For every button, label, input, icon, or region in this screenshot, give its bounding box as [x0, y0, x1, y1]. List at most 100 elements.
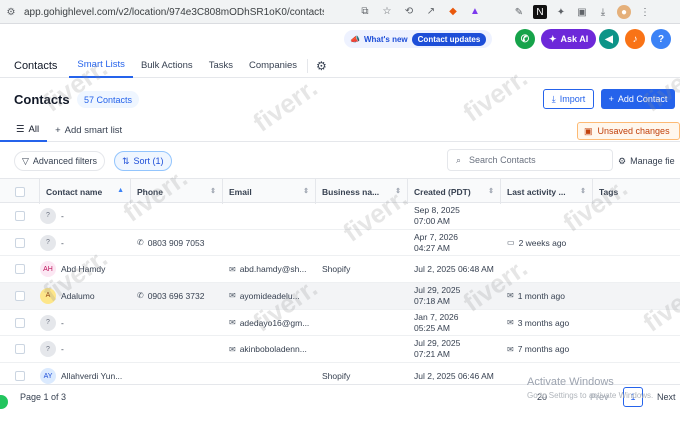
shield-icon[interactable]: ◆ — [446, 4, 460, 18]
profile-icon[interactable]: ● — [617, 5, 631, 19]
search-placeholder: Search Contacts — [469, 155, 536, 165]
help-icon[interactable]: ? — [651, 29, 671, 49]
manage-fields-button[interactable]: ⚙ Manage fie — [618, 151, 675, 171]
row-checkbox[interactable] — [0, 283, 40, 309]
menu-icon[interactable]: ⋮ — [638, 5, 652, 19]
mail-icon: ✉ — [229, 264, 236, 274]
contact-name[interactable]: - — [61, 211, 64, 221]
notion-icon[interactable]: N — [533, 5, 547, 19]
column-last-activity[interactable]: Last activity ... ⇕ — [501, 179, 593, 204]
pen-icon[interactable]: ✎ — [512, 5, 526, 19]
import-button[interactable]: ⤓ Import — [543, 89, 594, 109]
contact-name[interactable]: Abd Hamdy — [61, 264, 105, 274]
history-icon[interactable]: ⟲ — [402, 4, 416, 18]
contact-name[interactable]: - — [61, 238, 64, 248]
import-label: Import — [559, 94, 586, 104]
business-value: Shopify — [322, 264, 351, 275]
add-contact-button[interactable]: + Add Contact — [601, 89, 675, 109]
sort-icon: ⇕ — [580, 188, 586, 195]
row-checkbox[interactable] — [0, 256, 40, 282]
row-checkbox[interactable] — [0, 310, 40, 336]
business-value: Shopify — [322, 371, 351, 382]
windows-activation-hint: Go to Settings to activate Windows. — [527, 391, 654, 400]
created-date: Jul 29, 2025 — [414, 338, 461, 349]
created-time: 07:21 AM — [414, 349, 450, 360]
table-row[interactable]: ? - ✉ akinboboladenn... Jul 29, 2025 07:21… — [0, 337, 680, 364]
table-row[interactable]: A Adalumo ✆ 0903 696 3732 ✉ ayomideadelu... … — [0, 283, 680, 310]
notification-bell-icon[interactable]: ♪ — [625, 29, 645, 49]
smart-list-all-label: All — [28, 124, 40, 135]
row-checkbox[interactable] — [0, 337, 40, 363]
unsaved-changes-label: Unsaved changes — [597, 126, 670, 136]
url-text[interactable]: app.gohighlevel.com/v2/location/974e3C80… — [24, 7, 324, 18]
download-icon[interactable]: ⤓ — [596, 5, 610, 19]
whats-new-button[interactable]: 📣 What's new Contact updates — [344, 30, 493, 48]
sort-button[interactable]: ⇅ Sort (1) — [114, 151, 172, 171]
star-icon[interactable]: ☆ — [380, 4, 394, 18]
contact-name-cell[interactable]: ? - — [40, 230, 131, 256]
phone-icon: ✆ — [137, 291, 144, 301]
contact-name-cell[interactable]: ? - — [40, 203, 131, 229]
search-input[interactable]: ⌕ Search Contacts — [447, 149, 613, 171]
contacts-count-badge: 57 Contacts — [77, 91, 140, 108]
list-icon: ☰ — [16, 124, 25, 135]
add-smart-list-label: Add smart list — [64, 125, 123, 136]
tabs-icon[interactable]: ▣ — [575, 5, 589, 19]
gear-icon: ⚙ — [618, 155, 627, 166]
contact-name-cell[interactable]: AH Abd Hamdy — [40, 256, 131, 282]
table-row[interactable]: ? - ✆ 0803 909 7053 Apr 7, 2026 04:27 AM ▭ 2… — [0, 230, 680, 257]
email-cell[interactable]: ✉ ayomideadelu... — [229, 283, 315, 309]
row-checkbox[interactable] — [0, 230, 40, 256]
column-business-name[interactable]: Business na... ⇕ — [316, 179, 408, 204]
table-row[interactable]: ? - Sep 8, 2025 07:00 AM — [0, 203, 680, 230]
site-info-icon[interactable]: ⚙ — [4, 5, 18, 19]
tab-companies[interactable]: Companies — [241, 54, 305, 78]
phone-cell[interactable]: ✆ 0803 909 7053 — [137, 230, 223, 256]
tab-tasks[interactable]: Tasks — [201, 54, 241, 78]
contact-name-cell[interactable]: ? - — [40, 310, 131, 336]
email-cell[interactable]: ✉ adedayo16@gm... — [229, 310, 315, 336]
contact-name-cell[interactable]: ? - — [40, 337, 131, 363]
add-smart-list-button[interactable]: + Add smart list — [47, 125, 130, 136]
tab-bulk-actions[interactable]: Bulk Actions — [133, 54, 201, 78]
created-cell: Sep 8, 2025 07:00 AM — [414, 203, 502, 229]
contact-updates-badge[interactable]: Contact updates — [411, 32, 487, 46]
column-contact-name[interactable]: Contact name ▲ — [40, 179, 131, 204]
contact-name[interactable]: - — [61, 344, 64, 354]
tab-smart-lists[interactable]: Smart Lists — [69, 54, 133, 78]
column-created[interactable]: Created (PDT) ⇕ — [408, 179, 501, 204]
created-time: 07:00 AM — [414, 215, 450, 226]
plus-icon: + — [55, 125, 61, 136]
select-all-checkbox[interactable] — [0, 179, 40, 204]
last-activity-value: 3 months ago — [517, 317, 570, 328]
megaphone-alert-icon[interactable]: ◀ — [599, 29, 619, 49]
advanced-filters-button[interactable]: ▽ Advanced filters — [14, 151, 105, 171]
mail-icon: ✉ — [507, 344, 514, 354]
triangle-icon[interactable]: ▲ — [468, 4, 482, 18]
phone-call-icon[interactable]: ✆ — [515, 29, 535, 49]
smart-list-all[interactable]: ☰ All — [0, 120, 48, 142]
column-tags[interactable]: Tags — [593, 179, 680, 204]
created-date: Apr 7, 2026 — [414, 231, 458, 242]
avatar: ? — [40, 314, 56, 331]
table-row[interactable]: AH Abd Hamdy ✉ abd.hamdy@sh... Shopify Jul … — [0, 256, 680, 284]
column-phone[interactable]: Phone ⇕ — [131, 179, 223, 204]
trend-icon[interactable]: ↗ — [424, 4, 438, 18]
column-email[interactable]: Email ⇕ — [223, 179, 316, 204]
settings-gear-icon[interactable]: ⚙ — [307, 58, 335, 73]
row-checkbox[interactable] — [0, 203, 40, 229]
unsaved-changes-button[interactable]: ▣ Unsaved changes — [577, 122, 680, 140]
puzzle-icon[interactable]: ✦ — [554, 5, 568, 19]
table-row[interactable]: ? - ✉ adedayo16@gm... Jan 7, 2026 05:25 AM… — [0, 310, 680, 337]
email-cell[interactable]: ✉ akinboboladenn... — [229, 337, 315, 363]
screen-share-icon[interactable]: ⧉ — [358, 4, 372, 18]
email-cell[interactable]: ✉ abd.hamdy@sh... — [229, 256, 315, 282]
phone-cell[interactable]: ✆ 0903 696 3732 — [137, 283, 223, 309]
avatar: A — [40, 287, 56, 304]
ask-ai-button[interactable]: ✦ Ask AI — [541, 29, 597, 49]
contact-name[interactable]: - — [61, 318, 64, 328]
contact-name[interactable]: Allahverdi Yun... — [61, 371, 122, 381]
created-time: 05:25 AM — [414, 322, 450, 333]
contact-name-cell[interactable]: A Adalumo — [40, 283, 131, 309]
contact-name[interactable]: Adalumo — [61, 291, 95, 301]
